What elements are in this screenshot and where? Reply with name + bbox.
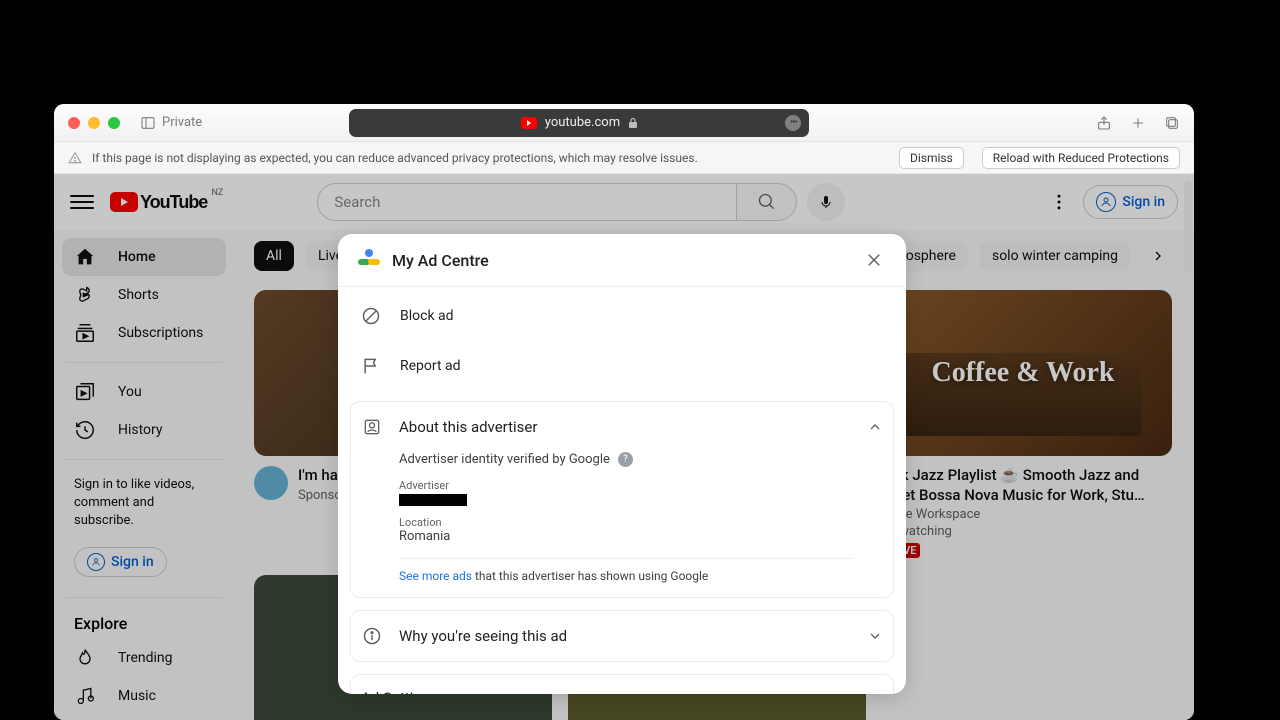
modal-actions: Block ad Report ad bbox=[338, 287, 906, 395]
advertiser-label: Advertiser bbox=[399, 479, 853, 492]
share-icon[interactable] bbox=[1096, 115, 1112, 131]
advertiser-name-redacted bbox=[399, 494, 467, 506]
zoom-window-button[interactable] bbox=[108, 117, 120, 129]
privacy-warning-bar: If this page is not displaying as expect… bbox=[54, 142, 1194, 174]
close-icon bbox=[865, 251, 883, 269]
ad-settings-card: Ad Settings bbox=[350, 674, 894, 694]
warning-text: If this page is not displaying as expect… bbox=[92, 151, 698, 165]
why-seeing-ad-card: Why you're seeing this ad bbox=[350, 610, 894, 662]
see-more-ads-link[interactable]: See more ads bbox=[399, 569, 472, 583]
close-button[interactable] bbox=[862, 248, 886, 272]
reload-protections-button[interactable]: Reload with Reduced Protections bbox=[982, 147, 1180, 169]
ad-centre-modal: My Ad Centre Block ad Report ad About th… bbox=[338, 234, 906, 694]
safari-window: Private youtube.com ••• If this page is … bbox=[54, 104, 1194, 720]
minimize-window-button[interactable] bbox=[88, 117, 100, 129]
tabs-icon[interactable] bbox=[1164, 115, 1180, 131]
advertiser-icon bbox=[361, 416, 383, 438]
about-advertiser-content: Advertiser identity verified by Google ?… bbox=[351, 452, 893, 597]
location-value: Romania bbox=[399, 529, 853, 544]
private-label: Private bbox=[162, 115, 202, 130]
window-controls bbox=[68, 117, 120, 129]
chevron-down-icon bbox=[867, 628, 883, 644]
why-seeing-ad-toggle[interactable]: Why you're seeing this ad bbox=[351, 611, 893, 661]
modal-header: My Ad Centre bbox=[338, 234, 906, 287]
report-ad-button[interactable]: Report ad bbox=[350, 341, 894, 391]
block-icon bbox=[360, 305, 382, 327]
warning-icon bbox=[68, 151, 82, 165]
ad-centre-logo-icon bbox=[358, 249, 380, 271]
close-window-button[interactable] bbox=[68, 117, 80, 129]
url-text: youtube.com bbox=[545, 115, 620, 130]
location-label: Location bbox=[399, 516, 853, 529]
address-bar[interactable]: youtube.com ••• bbox=[349, 109, 809, 137]
page-menu-icon[interactable]: ••• bbox=[785, 115, 801, 131]
see-more-ads: See more ads that this advertiser has sh… bbox=[399, 569, 853, 583]
scrollbar-thumb[interactable] bbox=[1184, 180, 1192, 272]
ad-settings-toggle[interactable]: Ad Settings bbox=[351, 675, 893, 694]
youtube-app: YouTube NZ Search Sign in bbox=[54, 174, 1194, 720]
new-tab-icon[interactable] bbox=[1130, 115, 1146, 131]
block-ad-button[interactable]: Block ad bbox=[350, 291, 894, 341]
chevron-up-icon bbox=[867, 419, 883, 435]
help-icon[interactable]: ? bbox=[618, 452, 633, 467]
flag-icon bbox=[360, 355, 382, 377]
dismiss-button[interactable]: Dismiss bbox=[899, 147, 964, 169]
info-icon bbox=[361, 625, 383, 647]
toolbar-right bbox=[1096, 115, 1180, 131]
sidebar-toggle[interactable]: Private bbox=[140, 115, 202, 131]
verified-text: Advertiser identity verified by Google bbox=[399, 452, 610, 467]
about-advertiser-toggle[interactable]: About this advertiser bbox=[351, 402, 893, 452]
titlebar: Private youtube.com ••• bbox=[54, 104, 1194, 142]
site-favicon bbox=[521, 117, 537, 129]
about-advertiser-card: About this advertiser Advertiser identit… bbox=[350, 401, 894, 598]
lock-icon bbox=[628, 117, 638, 129]
modal-title: My Ad Centre bbox=[392, 251, 489, 270]
